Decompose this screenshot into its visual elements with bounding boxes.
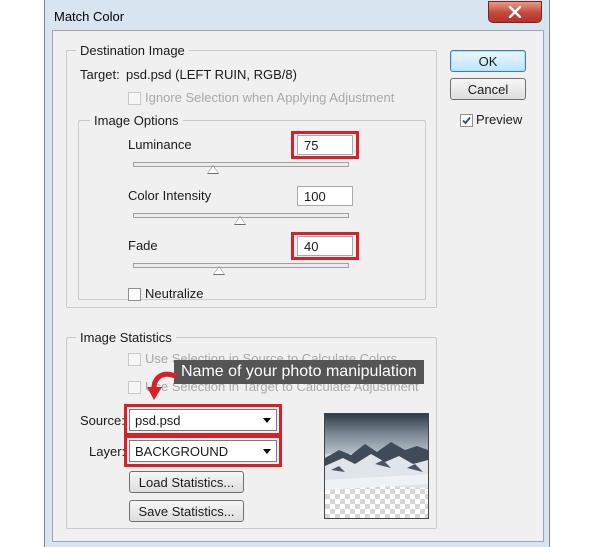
luminance-slider-track[interactable] — [133, 162, 349, 167]
luminance-slider-thumb[interactable] — [207, 165, 219, 174]
preview-label: Preview — [476, 112, 523, 127]
luminance-label: Luminance — [128, 137, 192, 152]
layer-label: Layer: — [89, 444, 126, 459]
target-label: Target: — [80, 67, 120, 82]
fade-slider-track[interactable] — [133, 263, 349, 268]
ignore-selection-label: Ignore Selection when Applying Adjustmen… — [145, 90, 395, 105]
image-options-label: Image Options — [90, 113, 183, 128]
source-highlight — [124, 404, 282, 436]
fade-highlight — [291, 232, 359, 260]
load-statistics-button[interactable]: Load Statistics... — [129, 471, 244, 493]
close-button[interactable] — [488, 1, 542, 23]
target-value: psd.psd (LEFT RUIN, RGB/8) — [126, 67, 297, 82]
close-icon — [508, 6, 522, 18]
fade-slider-thumb[interactable] — [213, 266, 225, 275]
layer-highlight — [124, 435, 282, 467]
fade-label: Fade — [128, 238, 158, 253]
dialog-body: Destination Image Target: psd.psd (LEFT … — [52, 30, 544, 542]
ok-button[interactable]: OK — [450, 50, 526, 72]
match-color-window: Match Color Destination Image Target: ps… — [44, 0, 550, 547]
image-statistics-label: Image Statistics — [76, 330, 176, 345]
luminance-highlight — [291, 131, 359, 159]
title-bar: Match Color — [45, 0, 549, 30]
source-label: Source: — [80, 413, 125, 428]
neutralize-checkbox[interactable] — [128, 288, 141, 301]
source-preview-thumbnail — [324, 413, 429, 519]
color-intensity-label: Color Intensity — [128, 188, 212, 203]
cancel-button[interactable]: Cancel — [450, 78, 526, 100]
ignore-selection-checkbox[interactable] — [128, 92, 141, 105]
checkmark-icon — [462, 116, 471, 125]
mountain-preview-image — [325, 414, 428, 518]
color-intensity-slider-thumb[interactable] — [234, 216, 246, 225]
preview-checkbox[interactable] — [460, 114, 473, 127]
curved-arrow-icon — [147, 371, 178, 400]
destination-image-label: Destination Image — [76, 43, 189, 58]
window-title: Match Color — [54, 9, 125, 24]
save-statistics-button[interactable]: Save Statistics... — [129, 500, 244, 522]
color-intensity-input[interactable]: 100 — [297, 186, 353, 206]
use-target-selection-checkbox[interactable] — [128, 381, 141, 394]
use-source-selection-checkbox[interactable] — [128, 353, 141, 366]
neutralize-label: Neutralize — [145, 286, 204, 301]
annotation-tooltip: Name of your photo manipulation — [174, 360, 424, 384]
